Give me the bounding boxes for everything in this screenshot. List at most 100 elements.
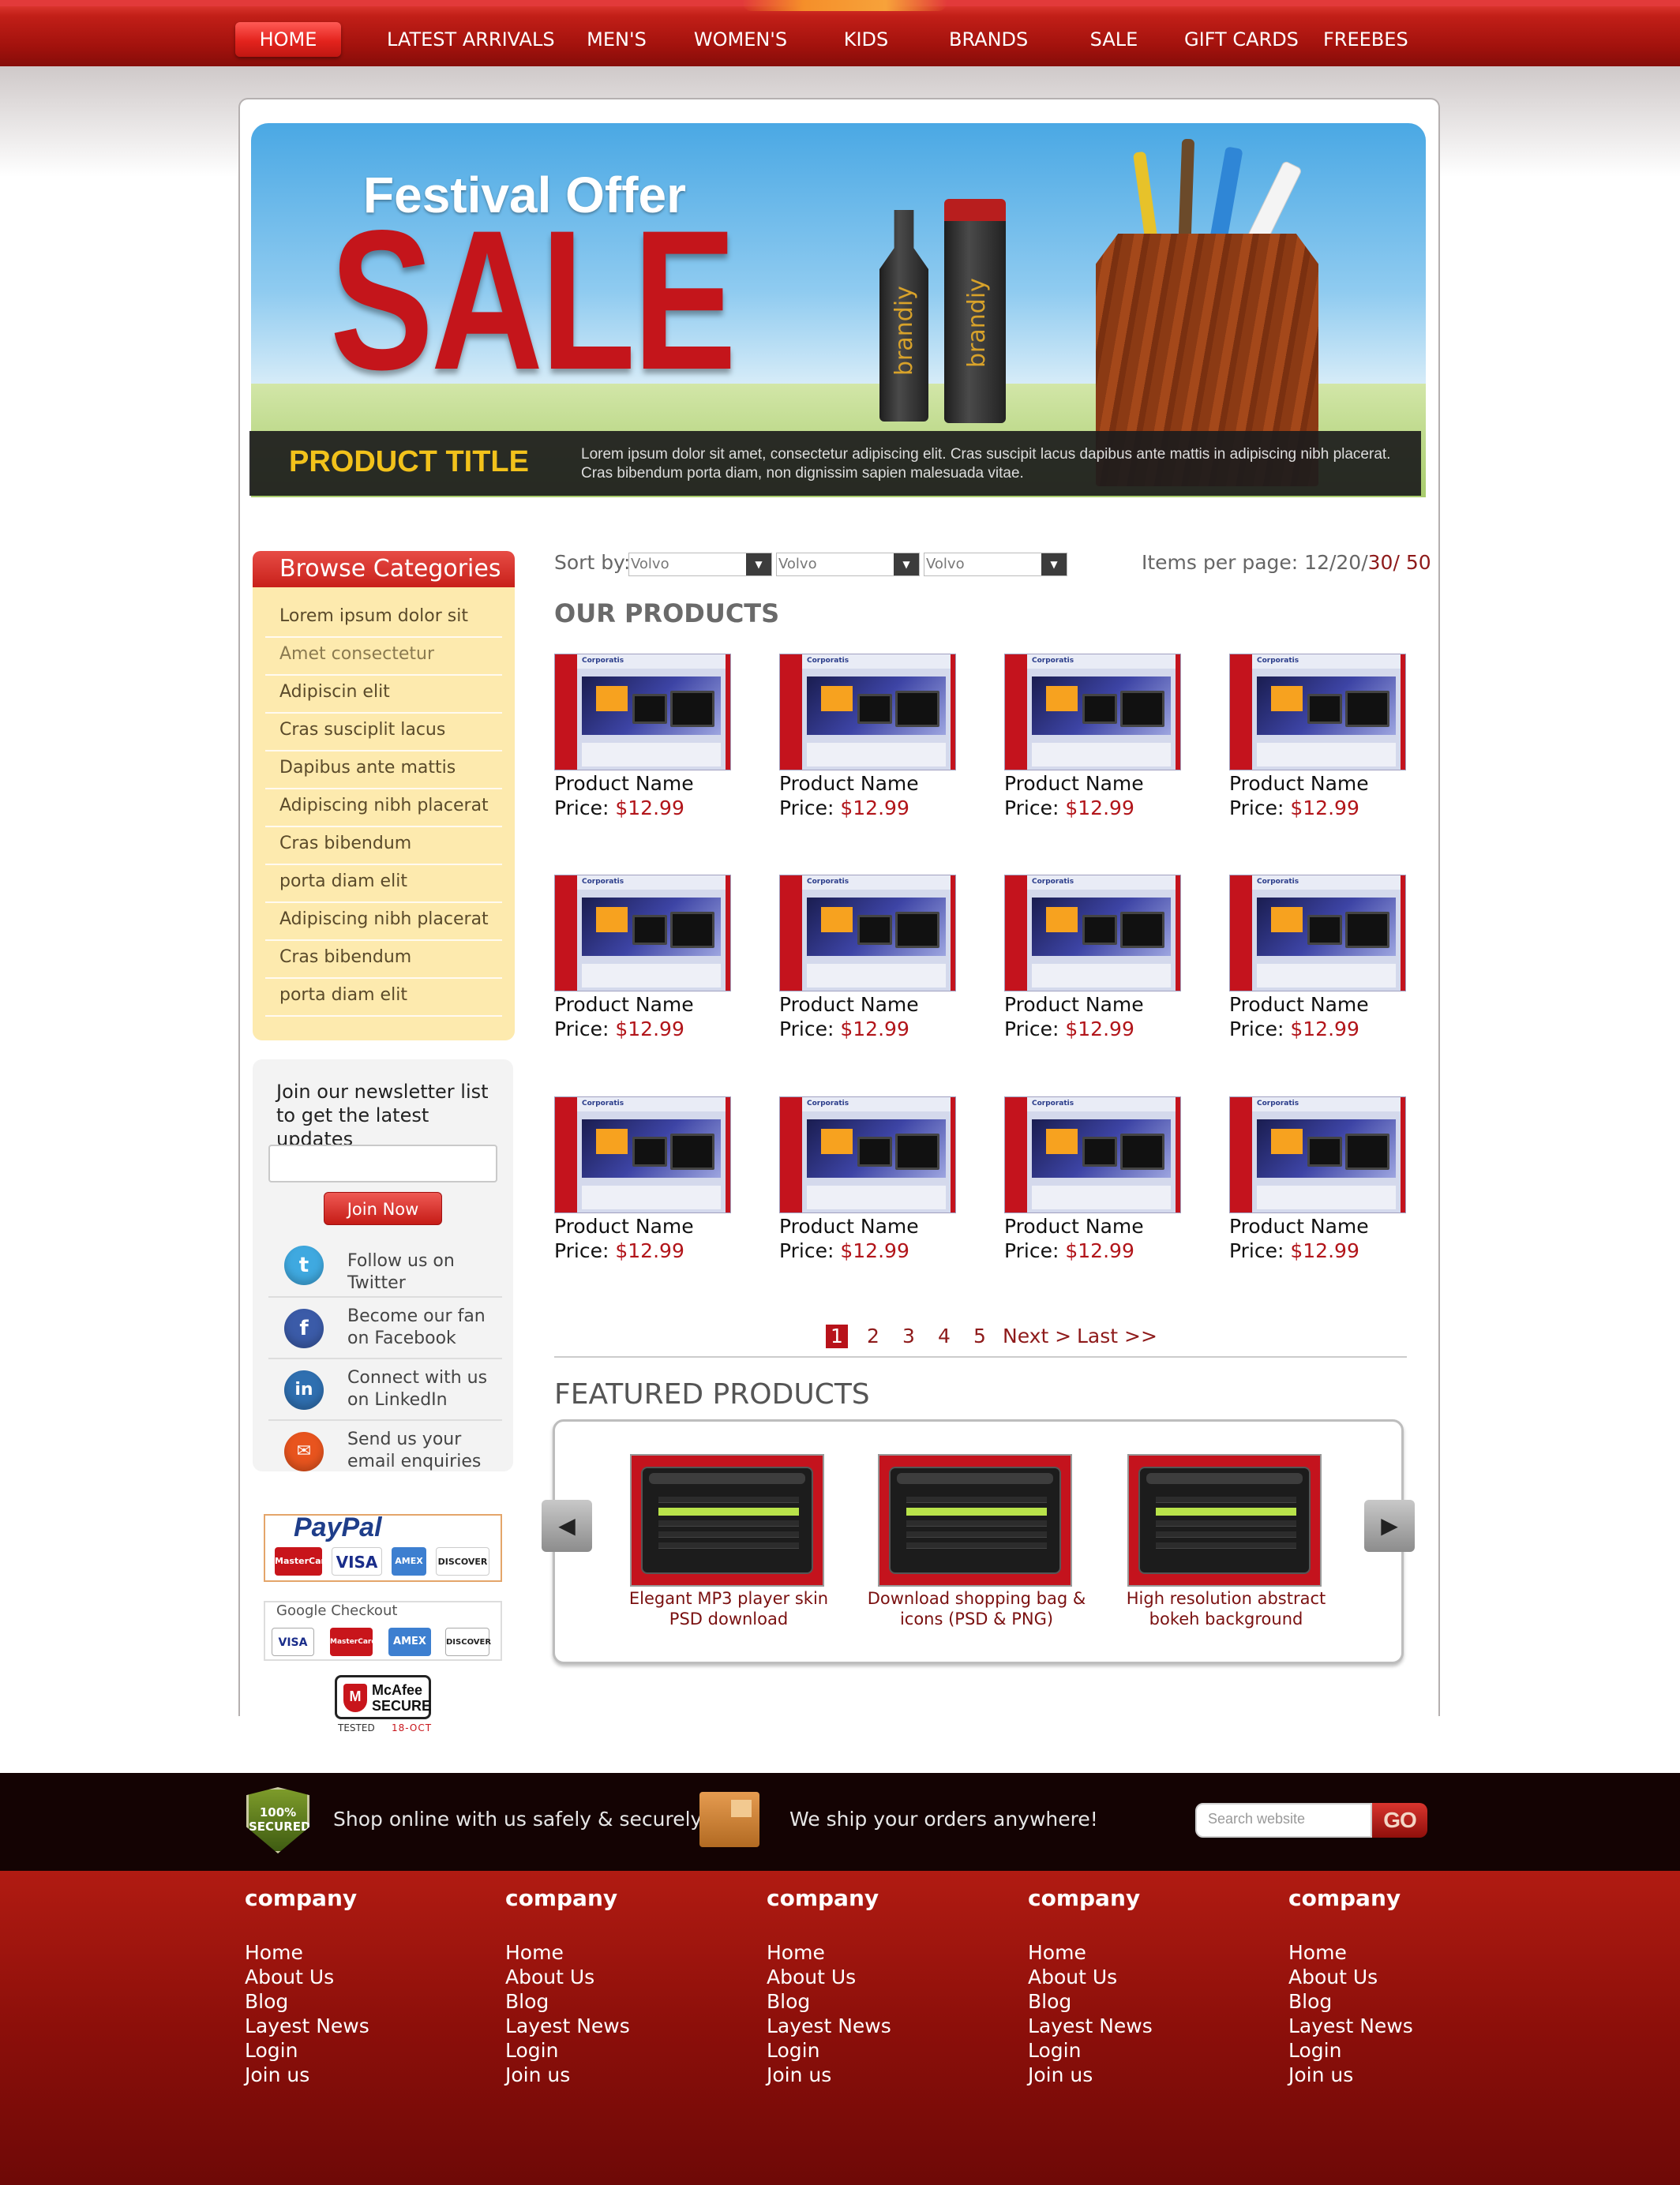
footer-link-about[interactable]: About Us	[1288, 1965, 1509, 1989]
category-item[interactable]: porta diam elit	[265, 979, 502, 1017]
footer-link-home[interactable]: Home	[767, 1940, 988, 1965]
product-card[interactable]: Corporatis Product Name Price: $12.99	[779, 1096, 984, 1270]
category-item[interactable]: Cras bibendum	[265, 941, 502, 979]
last-page-link[interactable]: Last >>	[1077, 1325, 1157, 1348]
product-thumbnail[interactable]: Corporatis	[779, 875, 956, 991]
footer-link-home[interactable]: Home	[245, 1940, 466, 1965]
items-per-page-50[interactable]: 50	[1400, 551, 1431, 574]
category-item[interactable]: Cras bibendum	[265, 827, 502, 865]
product-name[interactable]: Product Name	[1229, 1215, 1369, 1238]
product-card[interactable]: Corporatis Product Name Price: $12.99	[554, 1096, 759, 1270]
featured-caption[interactable]: Elegant MP3 player skin PSD download	[614, 1588, 843, 1629]
product-name[interactable]: Product Name	[1229, 772, 1369, 795]
footer-link-about[interactable]: About Us	[245, 1965, 466, 1989]
footer-link-join[interactable]: Join us	[505, 2063, 726, 2087]
product-thumbnail[interactable]: Corporatis	[1004, 1096, 1181, 1213]
social-facebook[interactable]: f Become our fan on Facebook	[268, 1296, 502, 1356]
carousel-next-button[interactable]: ▶	[1364, 1500, 1415, 1552]
footer-link-login[interactable]: Login	[767, 2038, 988, 2063]
footer-link-home[interactable]: Home	[505, 1940, 726, 1965]
footer-link-blog[interactable]: Blog	[505, 1989, 726, 2014]
product-card[interactable]: Corporatis Product Name Price: $12.99	[1229, 654, 1434, 827]
footer-link-login[interactable]: Login	[505, 2038, 726, 2063]
product-card[interactable]: Corporatis Product Name Price: $12.99	[554, 654, 759, 827]
product-card[interactable]: Corporatis Product Name Price: $12.99	[1229, 875, 1434, 1048]
newsletter-email-input[interactable]	[268, 1145, 497, 1182]
footer-link-blog[interactable]: Blog	[1028, 1989, 1249, 2014]
footer-link-news[interactable]: Layest News	[1028, 2014, 1249, 2038]
footer-link-news[interactable]: Layest News	[505, 2014, 726, 2038]
footer-link-about[interactable]: About Us	[767, 1965, 988, 1989]
items-per-page-30[interactable]: 30/	[1368, 551, 1400, 574]
footer-link-news[interactable]: Layest News	[245, 2014, 466, 2038]
footer-link-login[interactable]: Login	[1288, 2038, 1509, 2063]
footer-link-blog[interactable]: Blog	[1288, 1989, 1509, 2014]
product-thumbnail[interactable]: Corporatis	[1229, 875, 1406, 991]
product-thumbnail[interactable]: Corporatis	[554, 875, 731, 991]
footer-link-login[interactable]: Login	[245, 2038, 466, 2063]
items-per-page-label[interactable]: Items per page: 12/20/	[1142, 551, 1368, 574]
carousel-prev-button[interactable]: ◀	[542, 1500, 592, 1552]
category-item[interactable]: Cras susciplit lacus	[265, 714, 502, 751]
nav-womens[interactable]: WOMEN'S	[688, 22, 793, 57]
page-4-link[interactable]: 4	[938, 1325, 951, 1348]
product-thumbnail[interactable]: Corporatis	[1229, 1096, 1406, 1213]
nav-latest-arrivals[interactable]: LATEST ARRIVALS	[387, 22, 555, 57]
nav-home[interactable]: HOME	[235, 22, 341, 57]
join-now-button[interactable]: Join Now	[324, 1192, 442, 1225]
category-item[interactable]: Lorem ipsum dolor sit	[265, 600, 502, 638]
product-name[interactable]: Product Name	[554, 772, 694, 795]
page-1-link[interactable]: 1	[826, 1325, 848, 1348]
footer-link-about[interactable]: About Us	[505, 1965, 726, 1989]
footer-link-blog[interactable]: Blog	[245, 1989, 466, 2014]
product-thumbnail[interactable]: Corporatis	[1004, 654, 1181, 770]
nav-freebes[interactable]: FREEBES	[1323, 22, 1408, 57]
next-page-link[interactable]: Next >	[1003, 1325, 1071, 1348]
product-name[interactable]: Product Name	[779, 993, 919, 1016]
nav-brands[interactable]: BRANDS	[949, 22, 1028, 57]
product-name[interactable]: Product Name	[1004, 1215, 1144, 1238]
product-name[interactable]: Product Name	[1004, 993, 1144, 1016]
product-name[interactable]: Product Name	[554, 993, 694, 1016]
footer-link-about[interactable]: About Us	[1028, 1965, 1249, 1989]
product-name[interactable]: Product Name	[779, 772, 919, 795]
product-card[interactable]: Corporatis Product Name Price: $12.99	[779, 654, 984, 827]
category-item[interactable]: Adipiscing nibh placerat	[265, 903, 502, 941]
category-item[interactable]: Adipiscing nibh placerat	[265, 789, 502, 827]
page-3-link[interactable]: 3	[902, 1325, 915, 1348]
nav-mens[interactable]: MEN'S	[581, 22, 652, 57]
product-thumbnail[interactable]: Corporatis	[554, 654, 731, 770]
product-thumbnail[interactable]: Corporatis	[779, 654, 956, 770]
page-2-link[interactable]: 2	[867, 1325, 879, 1348]
featured-caption[interactable]: Download shopping bag & icons (PSD & PNG…	[862, 1588, 1091, 1629]
footer-link-join[interactable]: Join us	[1288, 2063, 1509, 2087]
featured-caption[interactable]: High resolution abstract bokeh backgroun…	[1112, 1588, 1341, 1629]
social-email[interactable]: ✉ Send us your email enquiries	[268, 1419, 502, 1479]
footer-link-join[interactable]: Join us	[767, 2063, 988, 2087]
product-name[interactable]: Product Name	[554, 1215, 694, 1238]
product-thumbnail[interactable]: Corporatis	[779, 1096, 956, 1213]
category-item[interactable]: Dapibus ante mattis	[265, 751, 502, 789]
product-card[interactable]: Corporatis Product Name Price: $12.99	[779, 875, 984, 1048]
product-card[interactable]: Corporatis Product Name Price: $12.99	[1229, 1096, 1434, 1270]
category-item[interactable]: Adipiscin elit	[265, 676, 502, 714]
product-thumbnail[interactable]: Corporatis	[554, 1096, 731, 1213]
product-thumbnail[interactable]: Corporatis	[1004, 875, 1181, 991]
product-name[interactable]: Product Name	[1004, 772, 1144, 795]
category-item[interactable]: porta diam elit	[265, 865, 502, 903]
category-item[interactable]: Amet consectetur	[265, 638, 502, 676]
footer-link-news[interactable]: Layest News	[767, 2014, 988, 2038]
nav-gift-cards[interactable]: GIFT CARDS	[1184, 22, 1299, 57]
product-thumbnail[interactable]: Corporatis	[1229, 654, 1406, 770]
social-twitter[interactable]: t Follow us on Twitter	[268, 1235, 502, 1295]
sort-select-1[interactable]: Volvo ▼	[628, 553, 772, 576]
sort-select-3[interactable]: Volvo ▼	[924, 553, 1067, 576]
nav-kids[interactable]: KIDS	[838, 22, 894, 57]
nav-sale[interactable]: SALE	[1086, 22, 1142, 57]
footer-link-blog[interactable]: Blog	[767, 1989, 988, 2014]
product-name[interactable]: Product Name	[1229, 993, 1369, 1016]
product-card[interactable]: Corporatis Product Name Price: $12.99	[1004, 1096, 1209, 1270]
search-go-button[interactable]: GO	[1372, 1803, 1427, 1838]
footer-link-join[interactable]: Join us	[1028, 2063, 1249, 2087]
page-5-link[interactable]: 5	[973, 1325, 986, 1348]
